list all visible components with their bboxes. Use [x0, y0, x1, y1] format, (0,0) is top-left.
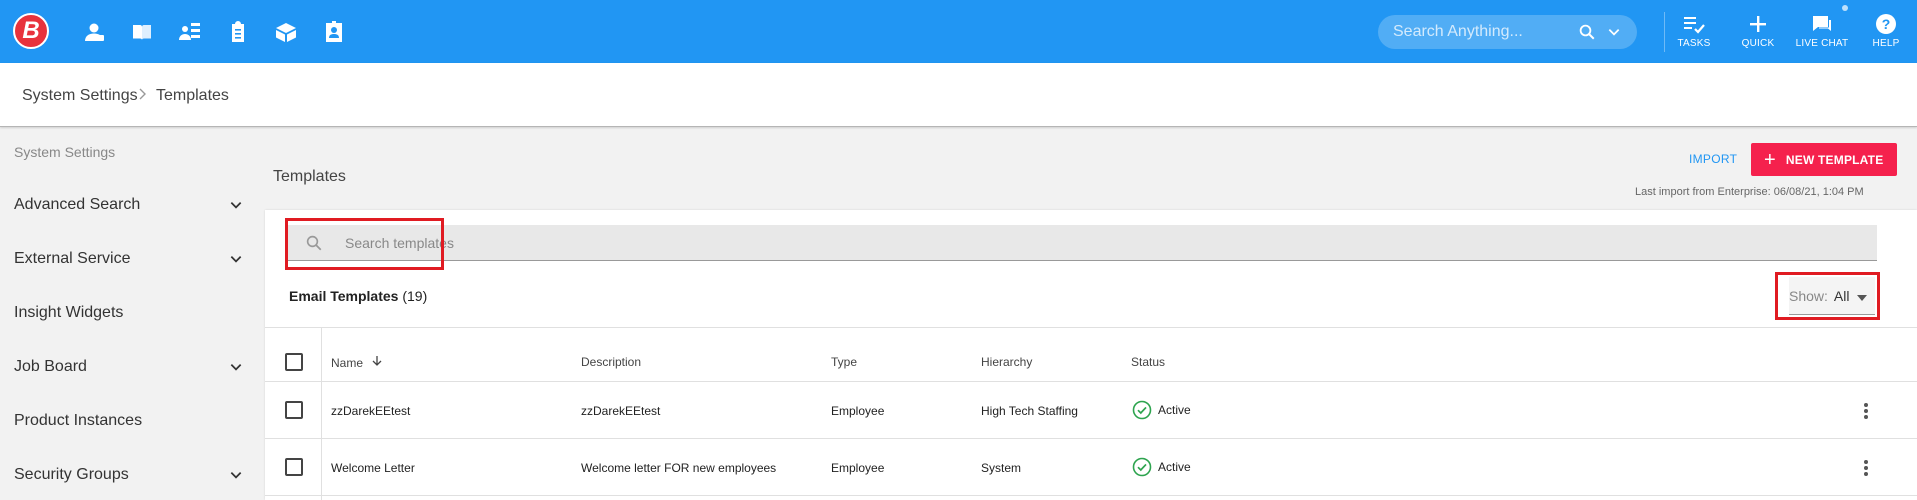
row-checkbox[interactable]: [285, 401, 303, 419]
chevron-right-icon: [138, 87, 148, 103]
sidebar-item-job-board[interactable]: Job Board: [0, 340, 253, 394]
show-label: Show:: [1789, 287, 1828, 304]
chevron-down-icon[interactable]: [229, 252, 243, 271]
column-header-type[interactable]: Type: [831, 355, 857, 369]
id-badge-icon[interactable]: [310, 17, 358, 47]
divider: [265, 495, 1917, 496]
help-label: HELP: [1872, 38, 1900, 49]
book-icon[interactable]: [118, 17, 166, 47]
top-navigation-bar: B TASKS QUICK: [0, 0, 1917, 63]
breadcrumb-parent[interactable]: System Settings: [22, 87, 138, 105]
sidebar-item-label: Advanced Search: [14, 196, 141, 213]
sidebar-item-insight-widgets[interactable]: Insight Widgets: [0, 286, 253, 340]
tasks-icon: [1684, 17, 1705, 34]
help-button[interactable]: ? HELP: [1854, 12, 1917, 56]
status-badge: Active: [1132, 400, 1191, 420]
cell-name[interactable]: Welcome Letter: [331, 461, 415, 475]
sidebar-item-product-instances[interactable]: Product Instances: [0, 394, 253, 448]
page-title: Templates: [273, 168, 346, 185]
more-options-icon[interactable]: [1864, 401, 1870, 421]
tasks-button[interactable]: TASKS: [1662, 12, 1726, 56]
search-icon[interactable]: [1578, 23, 1596, 46]
chat-icon: [1813, 16, 1831, 31]
divider: [265, 327, 1917, 328]
section-title-text: Email Templates: [289, 288, 399, 304]
column-header-status[interactable]: Status: [1131, 355, 1165, 369]
sidebar-item-label: Product Instances: [14, 412, 143, 429]
more-options-icon[interactable]: [1864, 458, 1870, 478]
chevron-down-icon[interactable]: [229, 360, 243, 379]
chevron-down-icon[interactable]: [229, 468, 243, 487]
plus-icon: [1750, 16, 1766, 32]
module-nav: [70, 17, 358, 47]
status-text: Active: [1158, 460, 1191, 474]
sidebar-heading: System Settings: [14, 144, 116, 160]
cell-name[interactable]: zzDarekEEtest: [331, 404, 410, 418]
app-logo[interactable]: B: [13, 13, 49, 49]
divider: [265, 381, 1917, 382]
sidebar-item-external-service[interactable]: External Service: [0, 232, 253, 286]
section-count: (19): [402, 288, 428, 304]
plus-icon: +: [1764, 148, 1776, 171]
divider: [321, 328, 322, 500]
search-highlight-box: [285, 218, 444, 270]
section-title: Email Templates (19): [289, 288, 427, 304]
sidebar-item-label: Insight Widgets: [14, 304, 124, 321]
caret-down-icon: [1857, 288, 1868, 304]
divider: [265, 438, 1917, 439]
sidebar-item-label: Security Groups: [14, 466, 129, 483]
check-circle-icon: [1132, 400, 1152, 420]
new-template-button[interactable]: + NEW TEMPLATE: [1751, 143, 1897, 176]
cell-hierarchy: High Tech Staffing: [981, 404, 1078, 418]
status-badge: Active: [1132, 457, 1191, 477]
last-import-info: Last import from Enterprise: 06/08/21, 1…: [1635, 186, 1864, 198]
tasks-label: TASKS: [1677, 38, 1711, 49]
notification-dot: [1842, 5, 1848, 11]
live-chat-button[interactable]: LIVE CHAT: [1790, 12, 1854, 56]
row-checkbox[interactable]: [285, 458, 303, 476]
help-icon: ?: [1876, 14, 1896, 34]
column-header-name[interactable]: Name: [331, 355, 383, 370]
svg-text:?: ?: [1882, 16, 1891, 32]
cell-hierarchy: System: [981, 461, 1022, 475]
package-icon[interactable]: [262, 17, 310, 47]
person-icon[interactable]: [70, 17, 118, 47]
quick-button[interactable]: QUICK: [1726, 12, 1790, 56]
logo-letter: B: [22, 17, 40, 44]
cell-description: Welcome letter FOR new employees: [581, 461, 777, 475]
chevron-down-icon[interactable]: [229, 198, 243, 217]
sidebar-item-advanced-search[interactable]: Advanced Search: [0, 178, 253, 232]
show-value: All: [1833, 287, 1850, 304]
import-button[interactable]: IMPORT: [1689, 152, 1737, 166]
live-chat-label: LIVE CHAT: [1795, 38, 1849, 49]
global-search[interactable]: [1378, 15, 1637, 49]
check-circle-icon: [1132, 457, 1152, 477]
sidebar-item-security-groups[interactable]: Security Groups: [0, 448, 253, 500]
cell-type: Employee: [831, 461, 885, 475]
breadcrumb: System Settings Templates: [0, 63, 1917, 127]
cell-description: zzDarekEEtest: [581, 404, 661, 418]
quick-label: QUICK: [1741, 38, 1775, 49]
column-header-hierarchy[interactable]: Hierarchy: [981, 355, 1032, 369]
sidebar-item-label: External Service: [14, 250, 131, 267]
global-search-input[interactable]: [1393, 23, 1573, 41]
chevron-down-icon[interactable]: [1607, 25, 1621, 44]
settings-sidebar: System Settings Advanced Search External…: [0, 128, 253, 500]
select-all-checkbox[interactable]: [285, 353, 303, 371]
templates-card: Email Templates (19) Show: All Name Desc…: [265, 210, 1917, 500]
new-template-label: NEW TEMPLATE: [1785, 152, 1884, 167]
cell-type: Employee: [831, 404, 885, 418]
sidebar-item-label: Job Board: [14, 358, 87, 375]
show-filter-select[interactable]: Show: All: [1775, 272, 1880, 320]
column-header-description[interactable]: Description: [581, 355, 641, 369]
clipboard-icon[interactable]: [214, 17, 262, 47]
show-filter-field[interactable]: Show: All: [1789, 277, 1876, 315]
status-text: Active: [1158, 403, 1191, 417]
column-header-label: Name: [331, 355, 364, 370]
breadcrumb-current: Templates: [156, 87, 229, 104]
template-search[interactable]: [288, 225, 1877, 261]
arrow-down-icon[interactable]: [371, 355, 383, 370]
org-chart-icon[interactable]: [166, 17, 214, 47]
